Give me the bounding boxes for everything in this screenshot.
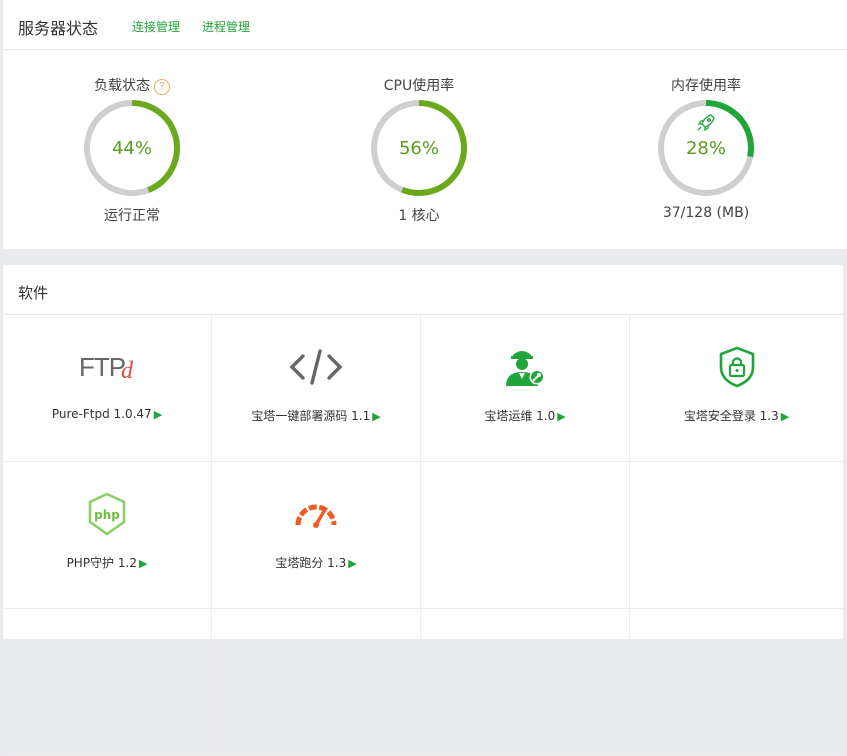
memory-usage-gauge[interactable]: 内存使用率 28% 37/128 (MB): [616, 74, 796, 234]
gauge-title: 内存使用率: [671, 78, 741, 94]
gauge-title: 负载状态?: [42, 76, 222, 96]
expand-arrow-icon: ▶: [348, 557, 357, 570]
expand-arrow-icon: ▶: [372, 410, 381, 423]
software-item-label: 宝塔运维 1.0 ▶: [484, 409, 566, 423]
software-item-php-guard[interactable]: php PHP守护 1.2 ▶: [3, 462, 212, 609]
software-empty-cell: [421, 609, 630, 756]
ops-worker-icon: [421, 345, 629, 389]
memory-usage-text: 37/128 (MB): [662, 205, 750, 221]
expand-arrow-icon: ▶: [557, 410, 566, 423]
rocket-icon[interactable]: [697, 114, 715, 132]
software-item-label: PHP守护 1.2 ▶: [66, 556, 148, 570]
software-item-label: 宝塔安全登录 1.3 ▶: [683, 409, 790, 423]
code-icon: [212, 345, 420, 389]
load-percent: 44%: [111, 138, 152, 159]
software-item-benchmark[interactable]: 宝塔跑分 1.3 ▶: [212, 462, 421, 609]
expand-arrow-icon: ▶: [138, 557, 148, 570]
svg-text:php: php: [94, 508, 120, 522]
software-item-ops[interactable]: 宝塔运维 1.0 ▶: [421, 315, 630, 462]
software-item-secure-login[interactable]: 宝塔安全登录 1.3 ▶: [630, 315, 843, 462]
cpu-cores-text: 1 核心: [398, 208, 440, 224]
status-header: 服务器状态 连接管理 进程管理: [3, 0, 847, 50]
help-icon[interactable]: ?: [154, 79, 170, 95]
cpu-percent: 56%: [398, 138, 439, 159]
software-header: 软件: [3, 265, 843, 315]
load-status-gauge: 负载状态? 44% 运行正常: [42, 74, 222, 234]
software-empty-cell: [630, 462, 843, 609]
svg-text:d: d: [121, 358, 134, 382]
software-empty-cell: [630, 609, 843, 756]
server-status-panel: 服务器状态 连接管理 进程管理 负载状态? 44% 运行正常 CPU使用率 56…: [3, 0, 847, 249]
software-item-deploy-source[interactable]: 宝塔一键部署源码 1.1 ▶: [212, 315, 421, 462]
software-item-pure-ftpd[interactable]: FTP d Pure-Ftpd 1.0.47 ▶: [3, 315, 212, 462]
expand-arrow-icon: ▶: [153, 408, 163, 421]
cpu-usage-gauge: CPU使用率 56% 1 核心: [329, 74, 509, 234]
gauge-title: CPU使用率: [383, 78, 455, 94]
software-item-label: Pure-Ftpd 1.0.47 ▶: [51, 407, 163, 421]
software-item-label: 宝塔跑分 1.3 ▶: [275, 556, 357, 570]
php-shield-icon: php: [3, 492, 211, 536]
load-status-text: 运行正常: [104, 208, 160, 224]
software-empty-cell: [421, 462, 630, 609]
software-item-label: 宝塔一键部署源码 1.1 ▶: [251, 409, 381, 423]
speedometer-icon: [212, 492, 420, 536]
page-title: 服务器状态: [18, 19, 99, 38]
svg-text:FTP: FTP: [79, 352, 125, 382]
software-panel: 软件 FTP d Pure-Ftpd 1.0.47 ▶ 宝塔一键部署源码 1.1 ▶: [3, 265, 843, 756]
memory-percent: 28%: [685, 138, 726, 159]
shield-lock-icon: [630, 345, 843, 389]
ftpd-logo-icon: FTP d: [3, 345, 211, 389]
software-title: 软件: [18, 284, 49, 302]
process-management-link[interactable]: 进程管理: [202, 18, 250, 35]
connection-management-link[interactable]: 连接管理: [132, 18, 180, 35]
software-empty-cell: [212, 609, 421, 756]
software-empty-cell: [3, 609, 212, 756]
expand-arrow-icon: ▶: [780, 410, 790, 423]
